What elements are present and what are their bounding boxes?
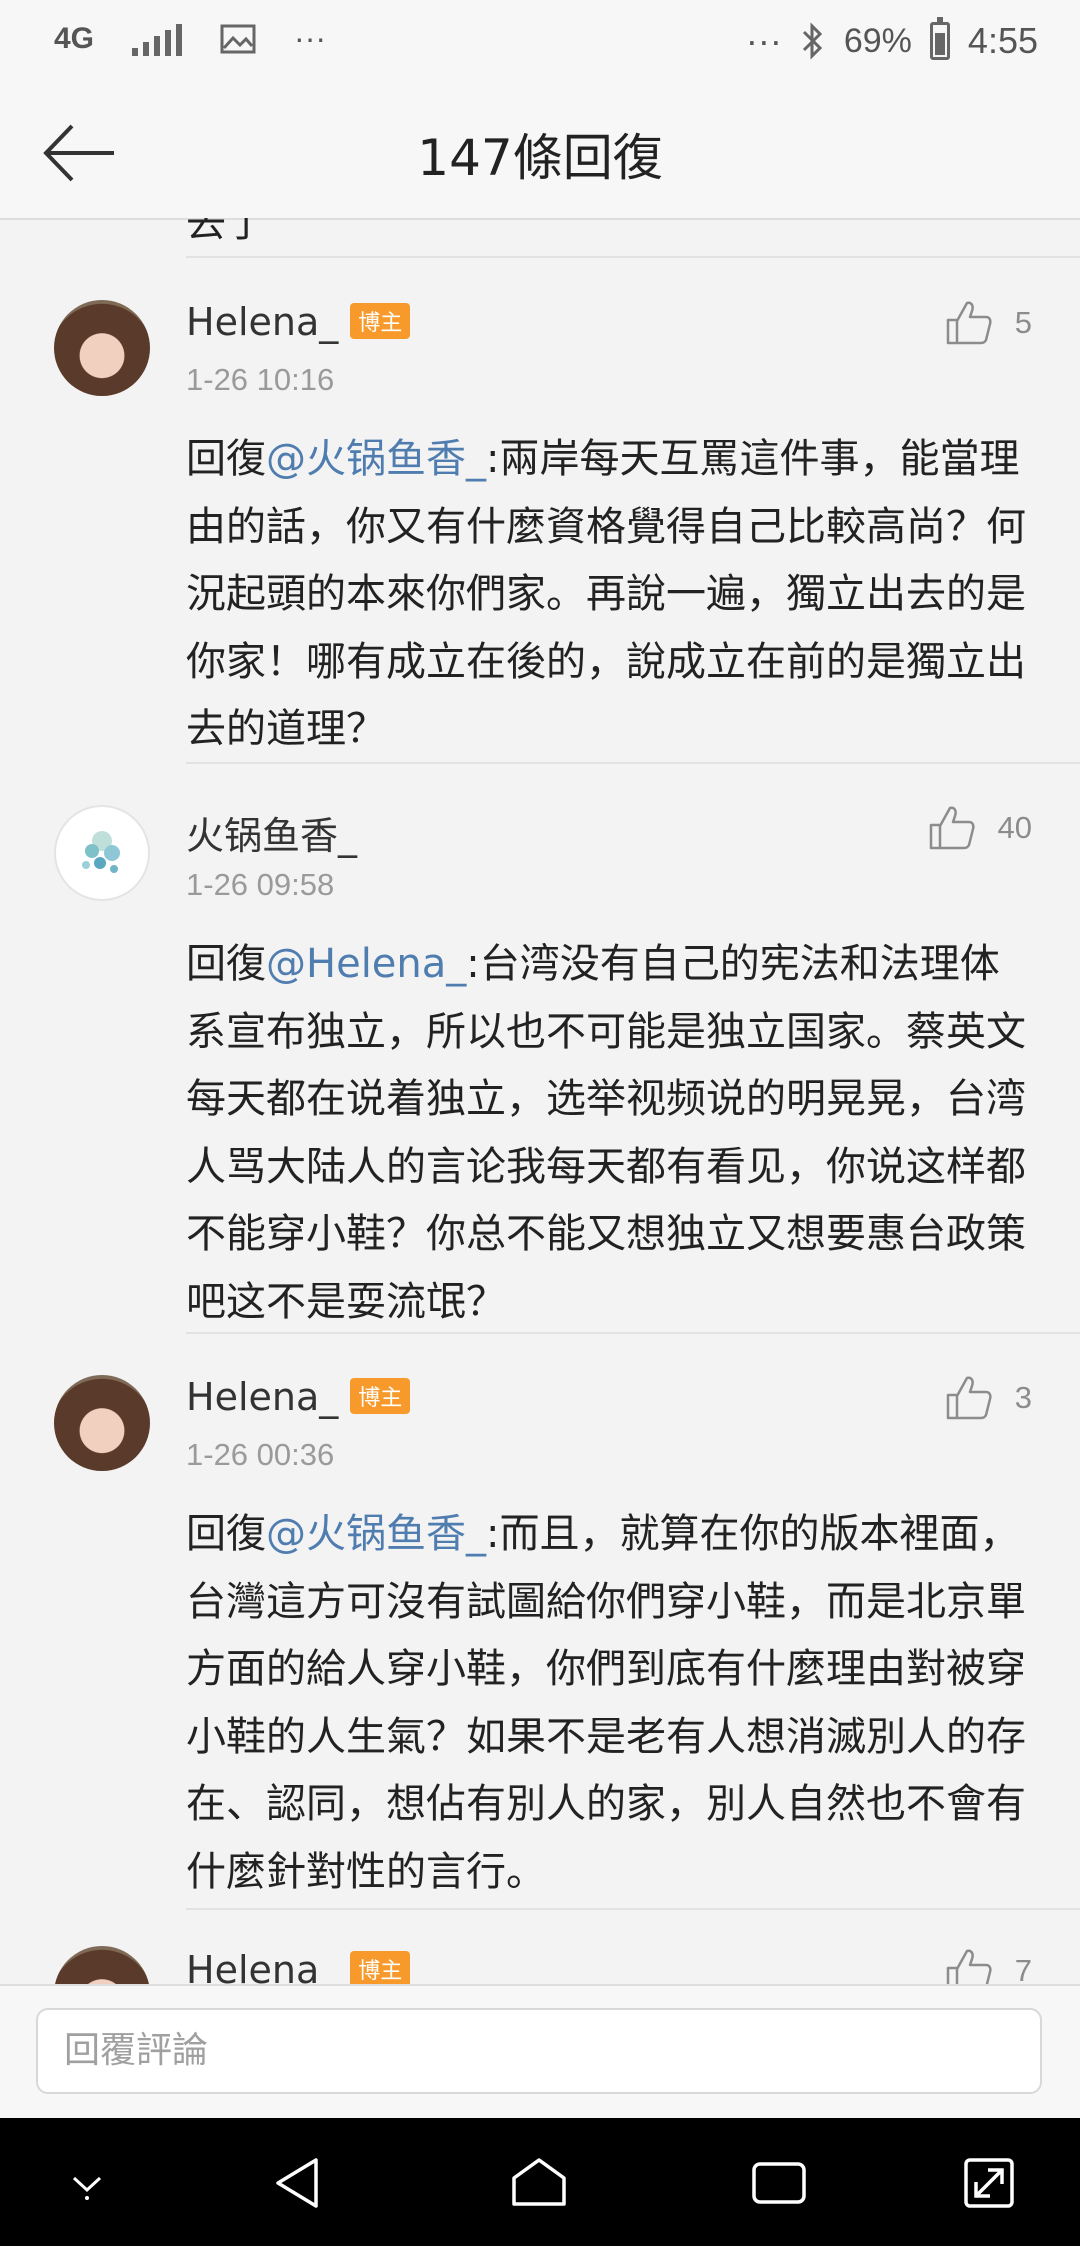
like-count: 7	[1014, 1953, 1032, 1984]
battery-icon	[929, 17, 950, 60]
avatar[interactable]	[54, 1375, 150, 1471]
like-count: 40	[997, 810, 1032, 845]
comment-username[interactable]: Helena_ 博主	[186, 1948, 411, 1984]
username-text: 火锅鱼香_	[186, 814, 358, 858]
flower-avatar-graphic	[82, 831, 120, 873]
back-triangle-icon[interactable]	[264, 2148, 334, 2218]
comment-username[interactable]: Helena_ 博主	[186, 300, 411, 344]
thumbs-up-icon	[946, 1376, 992, 1420]
status-left: 4G ···	[54, 20, 326, 57]
like-button[interactable]: 5	[945, 300, 1032, 346]
comment-text: 回復@火锅鱼香_:兩岸每天互罵這件事，能當理由的話，你又有什麼資格覺得自己比較高…	[186, 426, 1036, 764]
status-right: ··· 69% 4:55	[745, 17, 1038, 62]
system-nav-bar	[0, 2118, 1080, 2246]
recent-apps-icon[interactable]	[744, 2148, 814, 2218]
comment-body: :台湾没有自己的宪法和法理体系宣布独立，所以也不可能是独立国家。蔡英文每天都在说…	[186, 941, 1026, 1325]
like-count: 3	[1014, 1380, 1032, 1415]
battery-percent: 69%	[843, 21, 912, 60]
username-text: Helena_	[186, 300, 339, 344]
thumbs-up-icon	[929, 806, 975, 850]
signal-icon	[132, 22, 183, 56]
comment-username[interactable]: 火锅鱼香_	[186, 805, 357, 860]
divider	[186, 256, 1080, 258]
reply-prefix: 回復	[186, 941, 266, 987]
avatar[interactable]	[54, 805, 150, 901]
page-title: 147條回復	[417, 129, 663, 187]
thumbs-up-icon	[946, 1949, 992, 1984]
mention-link[interactable]: @火锅鱼香_	[266, 436, 486, 482]
more-status-icon: ···	[745, 20, 782, 61]
comment-time: 1-26 09:58	[186, 867, 335, 902]
comment-body: :兩岸每天互罵這件事，能當理由的話，你又有什麼資格覺得自己比較高尚？何況起頭的本…	[186, 436, 1026, 752]
home-icon[interactable]	[504, 2148, 574, 2218]
username-text: Helena_	[186, 1948, 339, 1984]
status-bar: 4G ··· ··· 69% 4:55	[0, 0, 1080, 92]
avatar[interactable]	[54, 1946, 150, 1984]
comment-time: 1-26 00:36	[186, 1437, 335, 1472]
like-count: 5	[1014, 305, 1032, 340]
network-type: 4G	[54, 21, 95, 55]
blogger-badge: 博主	[350, 302, 411, 339]
chevron-down-icon[interactable]	[52, 2148, 122, 2218]
divider	[186, 762, 1080, 764]
header-bar: 147條回復	[0, 92, 1080, 220]
username-text: Helena_	[186, 1375, 339, 1419]
like-button[interactable]: 3	[945, 1375, 1032, 1421]
divider	[186, 1908, 1080, 1910]
comment-time: 1-26 10:16	[186, 362, 335, 397]
thumbs-up-icon	[946, 301, 992, 345]
reply-bar: 回覆評論	[0, 1984, 1080, 2120]
image-icon	[220, 24, 256, 53]
comment-body: :而且，就算在你的版本裡面，台灣這方可沒有試圖給你們穿小鞋，而是北京單方面的給人…	[186, 1511, 1026, 1895]
comment-username[interactable]: Helena_ 博主	[186, 1375, 411, 1419]
more-notifications-icon: ···	[294, 20, 326, 56]
comment-text: 回復@火锅鱼香_:而且，就算在你的版本裡面，台灣這方可沒有試圖給你們穿小鞋，而是…	[186, 1501, 1036, 1906]
bluetooth-icon	[802, 22, 822, 60]
like-button[interactable]: 40	[928, 805, 1032, 851]
divider	[186, 1332, 1080, 1334]
avatar[interactable]	[54, 300, 150, 396]
blogger-badge: 博主	[350, 1377, 411, 1414]
clock: 4:55	[967, 20, 1038, 61]
reply-prefix: 回復	[186, 1511, 266, 1557]
reply-prefix: 回復	[186, 436, 266, 482]
mention-link[interactable]: @火锅鱼香_	[266, 1511, 486, 1557]
partial-comment-text: 去了	[186, 218, 266, 246]
mention-link[interactable]: @Helena_	[266, 941, 466, 987]
comment-list[interactable]: 去了 Helena_ 博主 1-26 10:16 5 回復@火锅鱼香_:兩岸每天互…	[0, 218, 1080, 1984]
blogger-badge: 博主	[350, 1950, 411, 1984]
reply-input[interactable]: 回覆評論	[36, 2008, 1042, 2094]
expand-icon[interactable]	[954, 2148, 1024, 2218]
comment-text: 回復@Helena_:台湾没有自己的宪法和法理体系宣布独立，所以也不可能是独立国…	[186, 931, 1036, 1336]
like-button[interactable]: 7	[945, 1948, 1032, 1984]
